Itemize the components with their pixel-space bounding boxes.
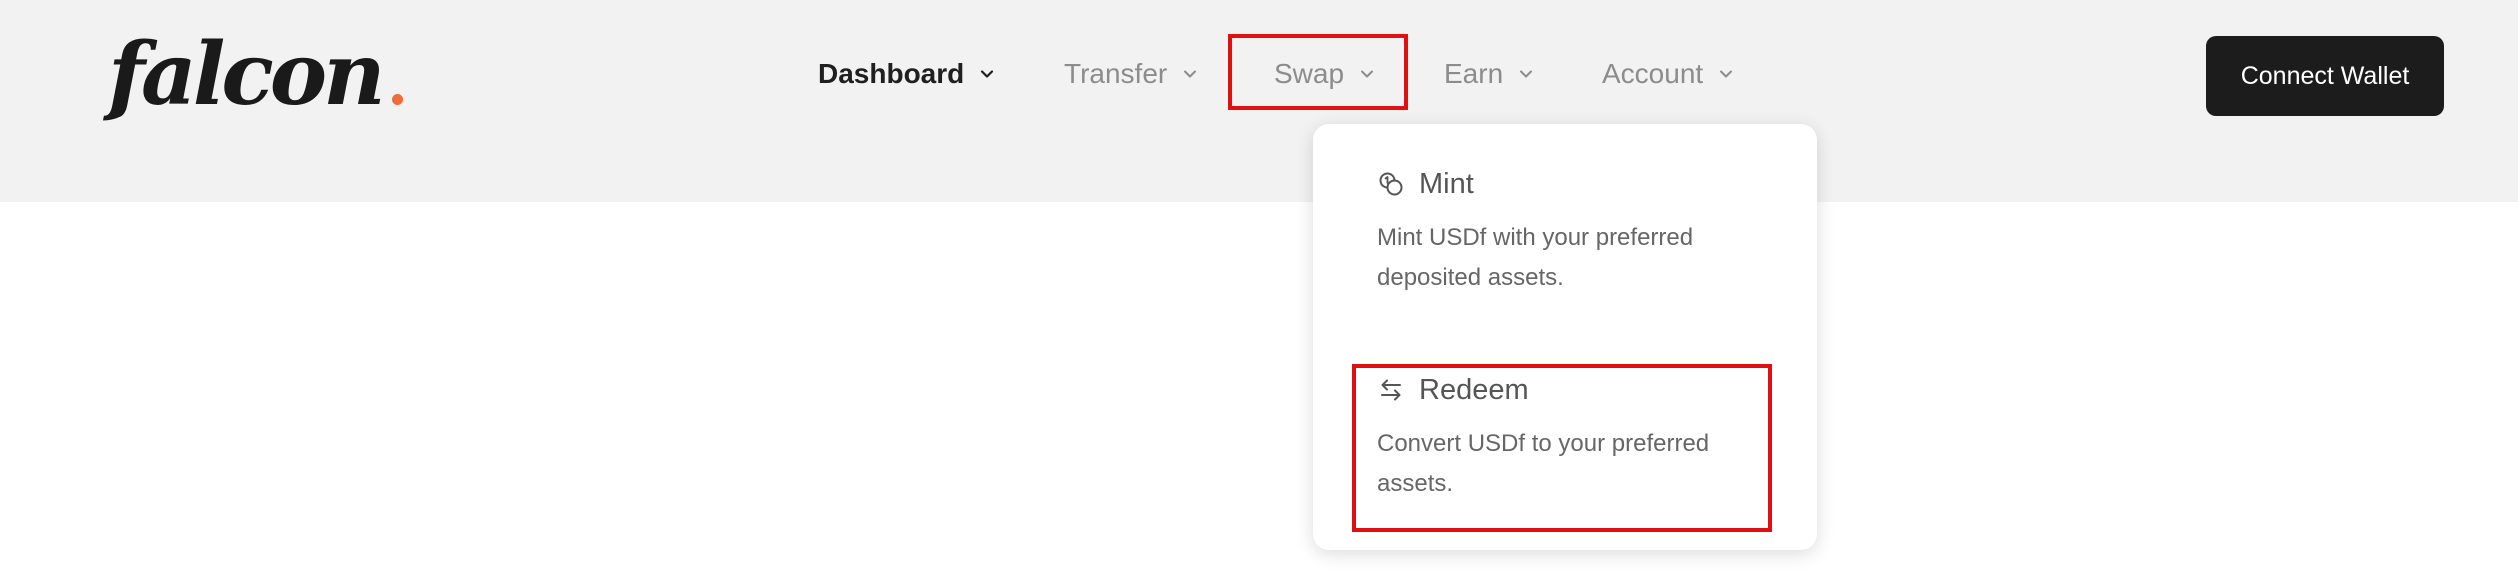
nav-transfer[interactable]: Transfer	[1064, 52, 1199, 96]
connect-wallet-button[interactable]: Connect Wallet	[2206, 36, 2444, 116]
chevron-down-icon	[1181, 65, 1199, 83]
nav-account[interactable]: Account	[1602, 52, 1735, 96]
coins-icon	[1377, 170, 1405, 198]
menu-item-mint-description: Mint USDf with your preferred deposited …	[1377, 224, 1694, 291]
nav-earn-label: Earn	[1444, 58, 1504, 89]
chevron-down-icon	[1517, 65, 1535, 83]
redeem-highlight-box	[1352, 364, 1772, 532]
nav-account-label: Account	[1602, 58, 1704, 89]
nav-dashboard[interactable]: Dashboard	[818, 52, 996, 96]
nav-earn[interactable]: Earn	[1444, 52, 1535, 96]
chevron-down-icon	[978, 65, 996, 83]
menu-item-mint-title: Mint	[1419, 167, 1474, 200]
menu-item-mint-header: Mint	[1377, 164, 1474, 204]
swap-highlight-box	[1228, 34, 1408, 110]
nav-transfer-label: Transfer	[1064, 58, 1168, 89]
nav-dashboard-label: Dashboard	[818, 58, 965, 89]
chevron-down-icon	[1717, 65, 1735, 83]
